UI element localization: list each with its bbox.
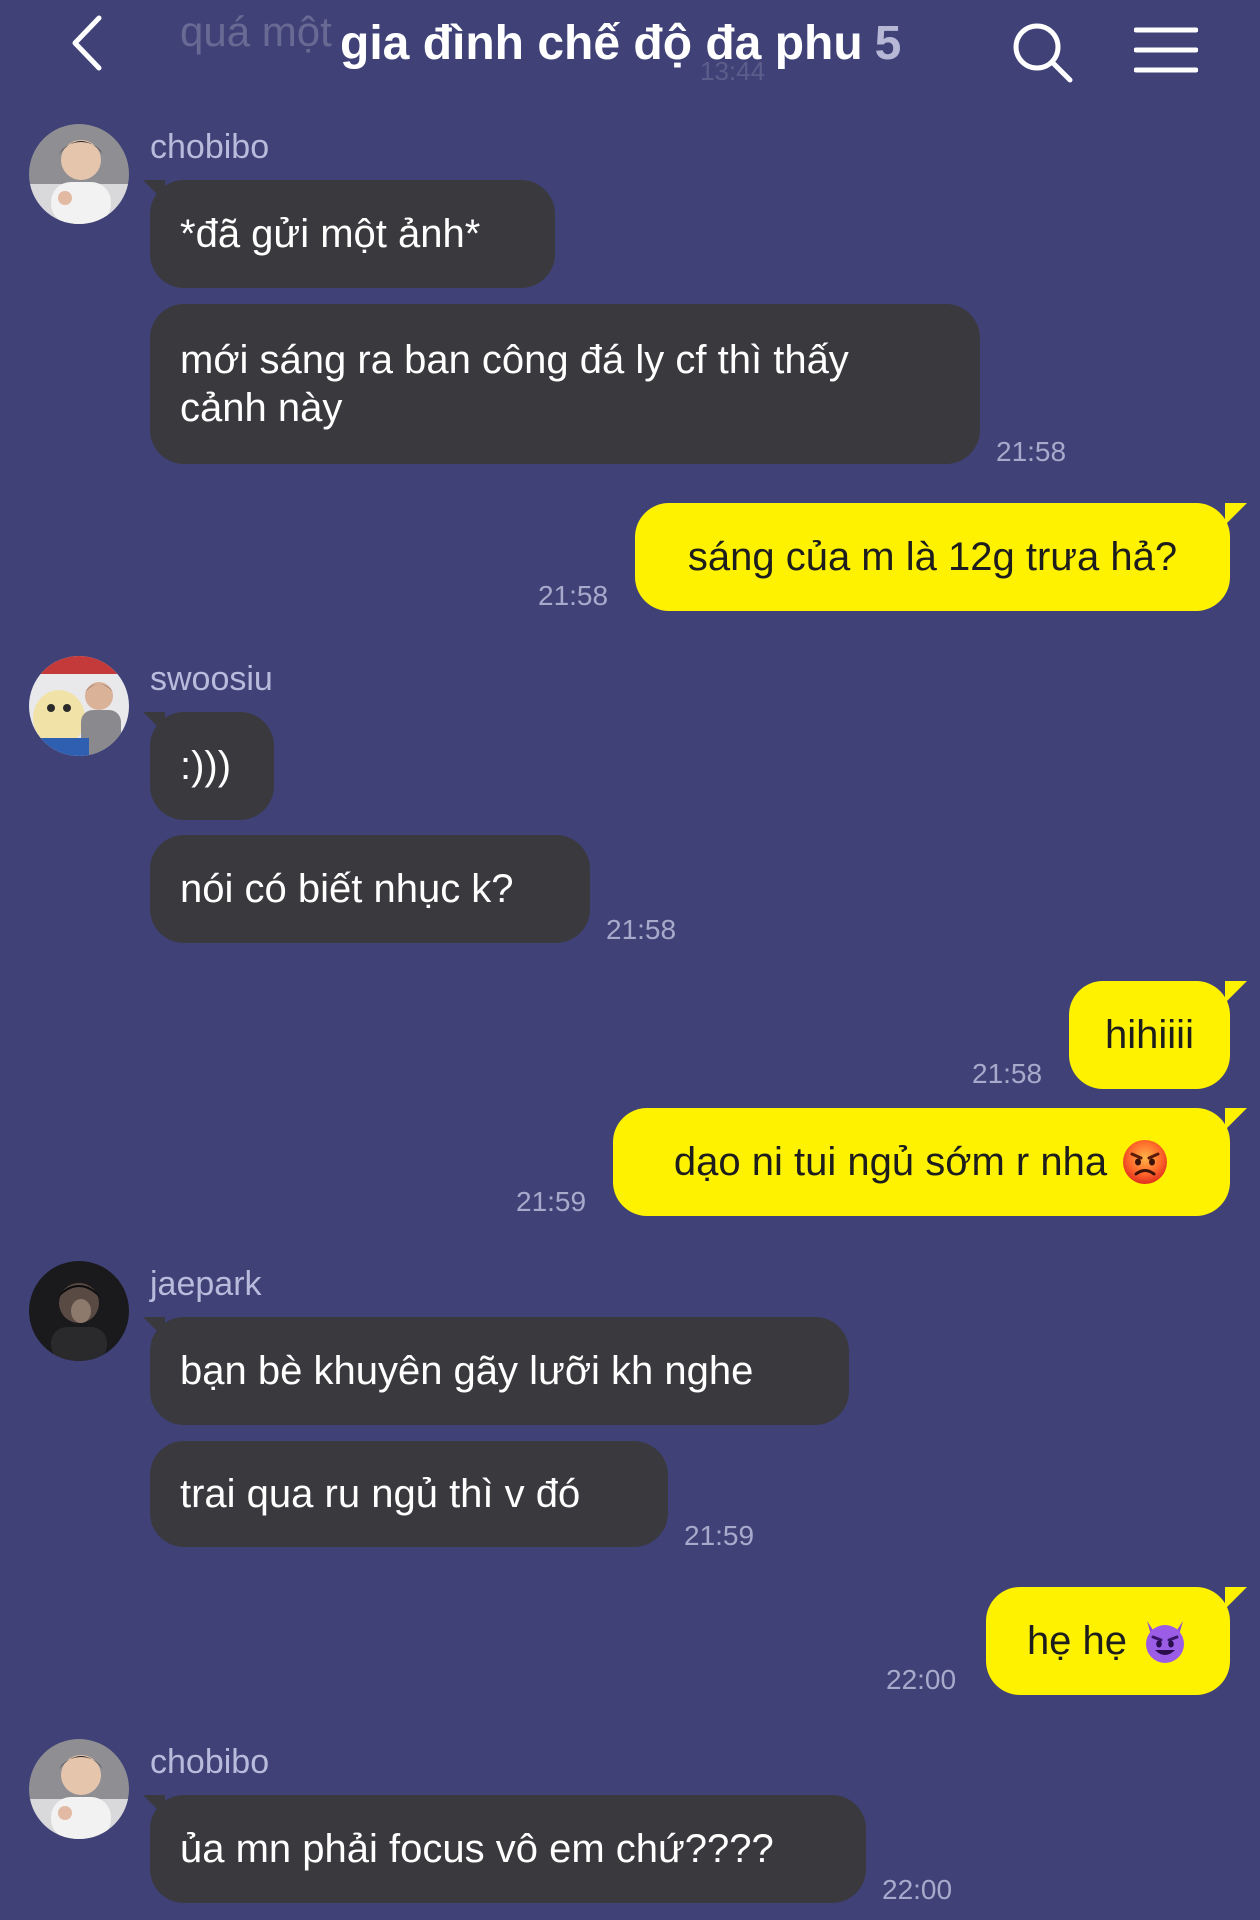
message-bubble[interactable]: :)))	[150, 712, 274, 820]
message-text: *đã gửi một ảnh*	[180, 212, 481, 256]
message-text: :)))	[180, 744, 232, 788]
menu-button[interactable]	[1133, 24, 1199, 76]
message-bubble[interactable]: ủa mn phải focus vô em chứ????	[150, 1795, 866, 1903]
smiling-devil-icon	[1146, 1621, 1185, 1663]
message-time: 21:58	[538, 580, 609, 611]
message-bubble[interactable]: trai qua ru ngủ thì v đó	[150, 1441, 668, 1547]
angry-face-icon	[1123, 1140, 1168, 1184]
message-time: 21:58	[996, 436, 1067, 467]
avatar-jaepark[interactable]	[29, 1261, 129, 1361]
message-bubble[interactable]: *đã gửi một ảnh*	[150, 180, 555, 288]
background-preview-text: quá một	[180, 8, 332, 55]
sender-name: chobibo	[150, 128, 270, 166]
message-bubble[interactable]: bạn bè khuyên gãy lưỡi kh nghe	[150, 1317, 849, 1425]
message-time: 21:59	[684, 1520, 755, 1551]
avatar-photo-icon	[29, 124, 129, 224]
message-bubble-outgoing[interactable]: sáng của m là 12g trưa hả?	[635, 503, 1230, 611]
chat-title-text: gia đình chế độ đa phu	[340, 17, 863, 70]
avatar-swoosiu[interactable]	[29, 656, 129, 756]
avatar-photo-icon	[29, 1261, 129, 1361]
message-time: 21:58	[972, 1058, 1043, 1089]
hamburger-menu-icon	[1133, 27, 1199, 73]
avatar-chobibo[interactable]	[29, 124, 129, 224]
message-bubble[interactable]: nói có biết nhục k?	[150, 835, 590, 943]
message-bubble[interactable]: mới sáng ra ban công đá ly cf thì thấy c…	[150, 304, 980, 464]
message-bubble-outgoing[interactable]: hihiiii	[1069, 981, 1230, 1089]
back-button[interactable]	[62, 8, 112, 78]
message-text: nói có biết nhục k?	[180, 867, 514, 911]
bubble-tail	[1225, 981, 1247, 1003]
message-bubble-outgoing[interactable]: hẹ hẹ	[986, 1587, 1230, 1695]
search-button[interactable]	[1010, 20, 1076, 86]
avatar-photo-icon	[29, 1739, 129, 1839]
chevron-left-icon	[72, 15, 102, 71]
message-time: 22:00	[882, 1874, 953, 1905]
bubble-tail	[1225, 503, 1247, 525]
chat-title: gia đình chế độ đa phu 5	[340, 16, 901, 71]
chat-header: quá một 13:44 gia đình chế độ đa phu 5	[0, 0, 1260, 100]
message-text: dạo ni tui ngủ sớm r nha	[673, 1140, 1108, 1184]
message-time: 22:00	[886, 1664, 957, 1695]
bubble-tail	[1225, 1587, 1247, 1609]
sender-name: swoosiu	[150, 660, 273, 698]
message-text: sáng của m là 12g trưa hả?	[687, 535, 1178, 579]
message-text: hẹ hẹ	[1026, 1619, 1128, 1663]
message-bubble-outgoing[interactable]: dạo ni tui ngủ sớm r nha	[613, 1108, 1230, 1216]
message-text: bạn bè khuyên gãy lưỡi kh nghe	[180, 1349, 754, 1393]
message-text: trai qua ru ngủ thì v đó	[180, 1472, 581, 1516]
message-time: 21:58	[606, 914, 677, 945]
message-time: 21:59	[516, 1186, 587, 1217]
member-count: 5	[874, 17, 902, 70]
avatar-photo-icon	[29, 656, 129, 756]
search-icon	[1013, 23, 1073, 83]
avatar-chobibo[interactable]	[29, 1739, 129, 1839]
sender-name: jaepark	[150, 1265, 262, 1303]
bubble-tail	[1225, 1108, 1247, 1130]
message-text: mới sáng ra ban công đá ly cf thì thấy c…	[180, 338, 849, 430]
message-text: ủa mn phải focus vô em chứ????	[180, 1827, 774, 1871]
message-text: hihiiii	[1105, 1013, 1194, 1057]
sender-name: chobibo	[150, 1743, 270, 1781]
